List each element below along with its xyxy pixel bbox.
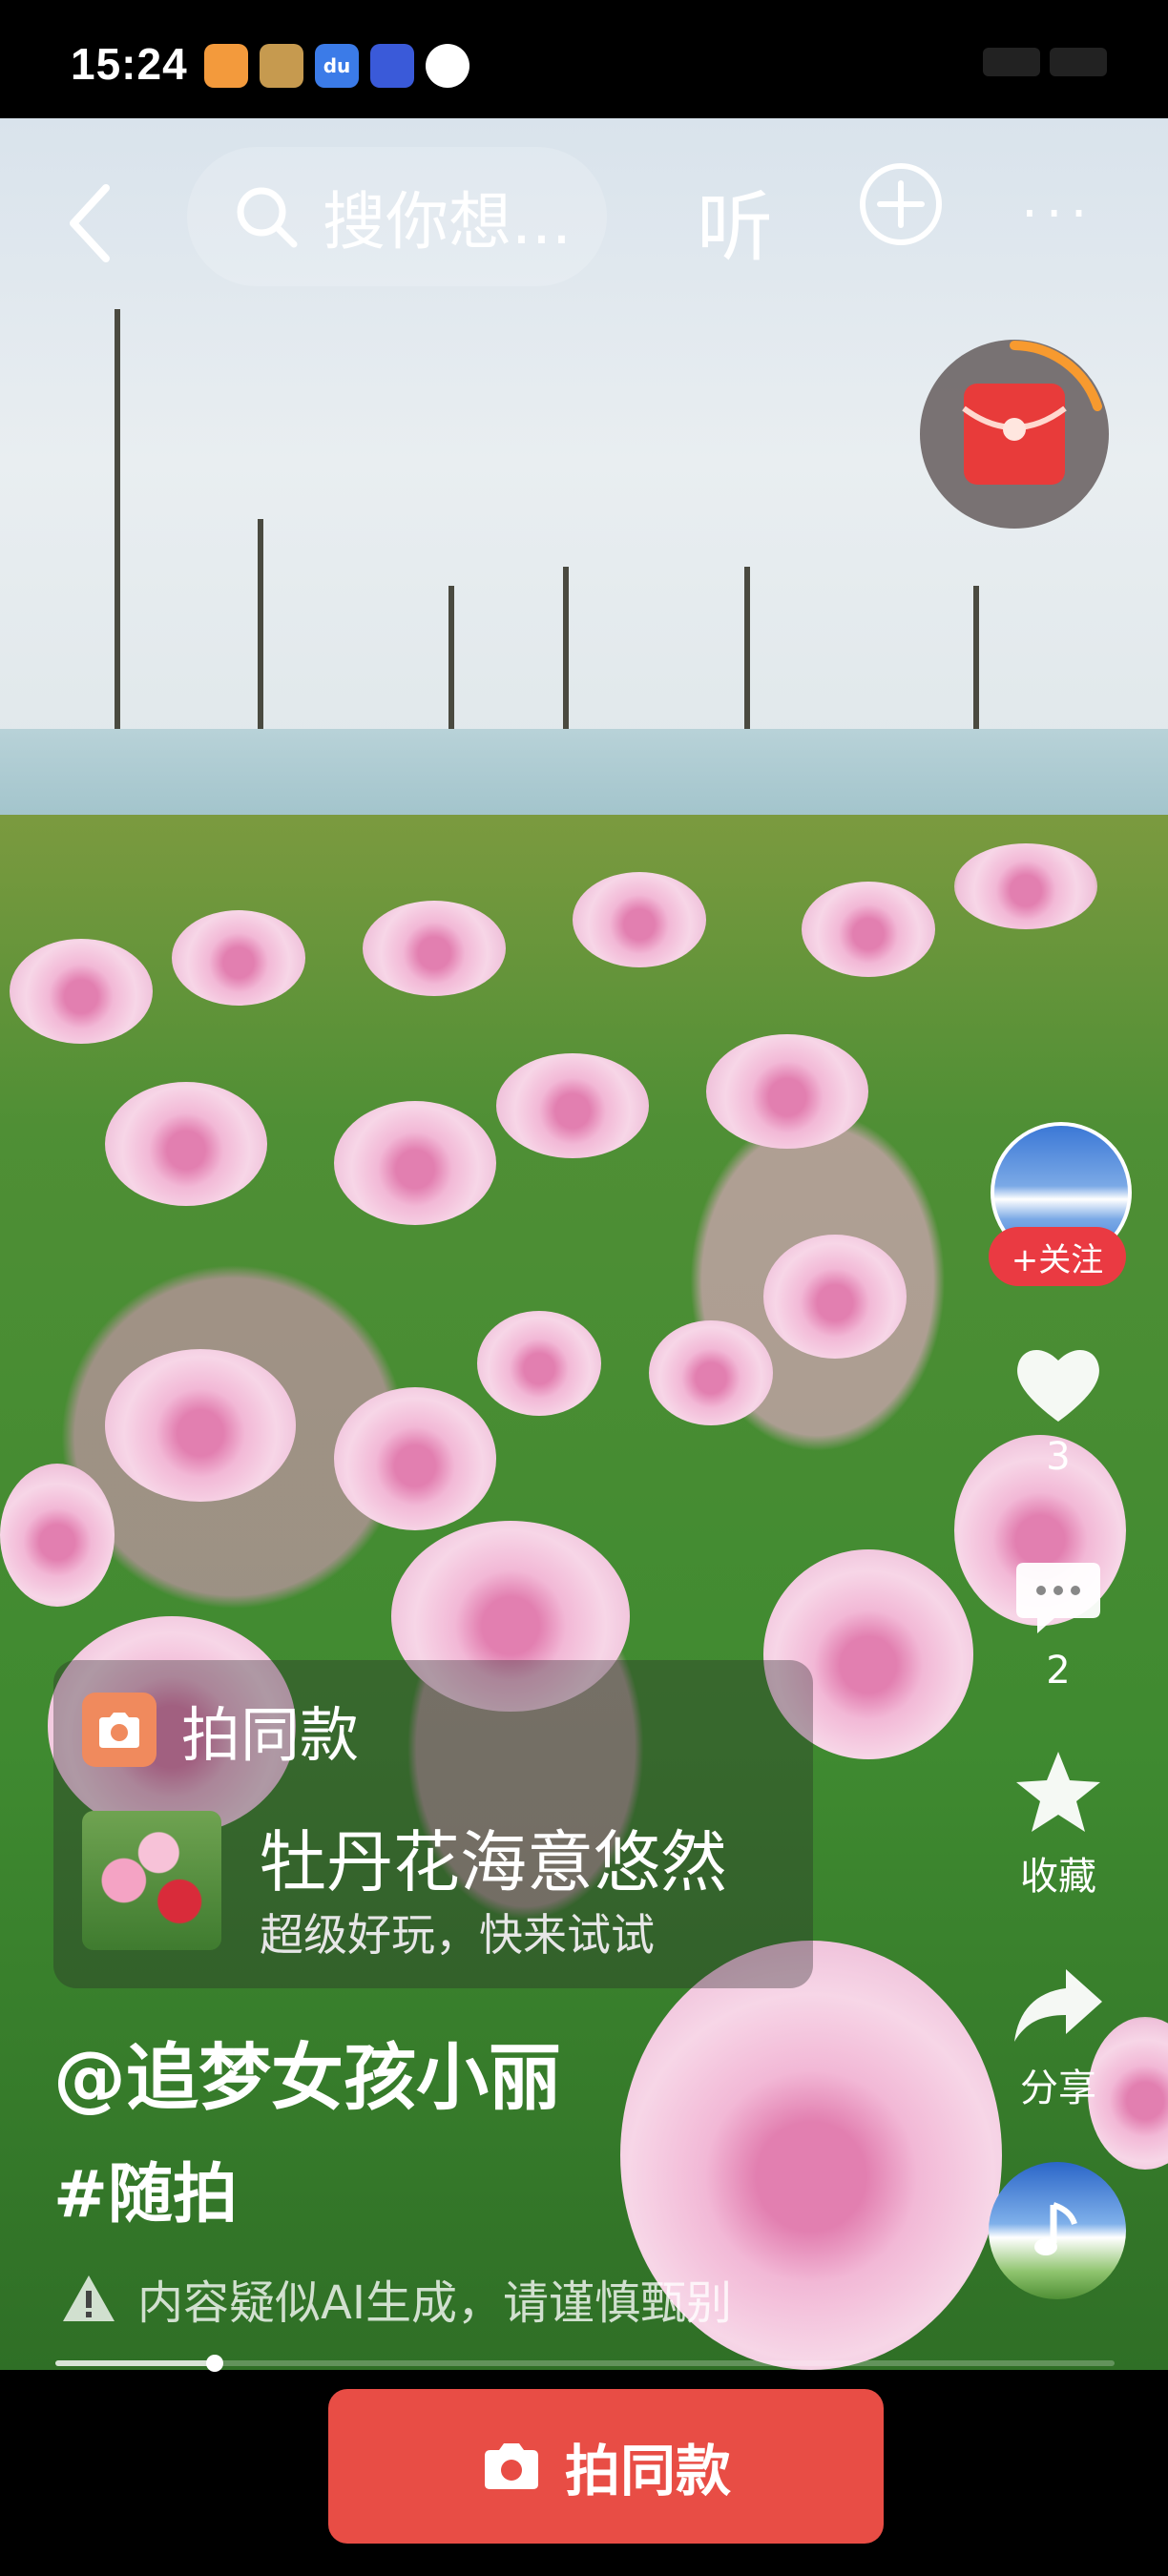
- shoot-same-label: 拍同款: [564, 2439, 731, 2503]
- add-circle-icon[interactable]: [857, 160, 945, 248]
- favorite-button[interactable]: 收藏: [987, 1748, 1130, 1901]
- comment-icon: [1016, 1563, 1100, 1633]
- music-note-icon: [1034, 2202, 1077, 2255]
- search-box[interactable]: 搜你想...: [187, 147, 607, 286]
- comment-count: 2: [1046, 1649, 1071, 1693]
- flower: [573, 872, 706, 967]
- chevron-left-icon: [70, 184, 110, 262]
- listen-button[interactable]: 听: [697, 166, 773, 277]
- heart-icon: [1017, 1349, 1099, 1422]
- template-card[interactable]: 拍同款 牡丹花海意悠然 超级好玩，快来试试: [53, 1660, 813, 1988]
- ai-notice-text: 内容疑似AI生成，请谨慎甄别: [137, 2276, 732, 2330]
- ai-notice: 内容疑似AI生成，请谨慎甄别: [61, 2265, 732, 2332]
- like-count: 3: [1046, 1435, 1071, 1479]
- camera-icon: [99, 1713, 139, 1748]
- flower: [649, 1320, 773, 1425]
- flower: [10, 939, 153, 1044]
- flower: [763, 1235, 907, 1359]
- status-time: 15:24: [71, 39, 188, 89]
- top-bar: 搜你想... 听 ···: [0, 118, 1168, 309]
- back-button[interactable]: [57, 176, 124, 271]
- heart-app-icon: [204, 44, 248, 88]
- favorite-label: 收藏: [1020, 1855, 1096, 1899]
- baidu-app-icon: du: [315, 44, 359, 88]
- music-disc[interactable]: [989, 2162, 1126, 2299]
- hashtag[interactable]: #随拍: [53, 2141, 238, 2235]
- flower: [105, 1082, 267, 1206]
- flower: [334, 1101, 496, 1225]
- status-app-icons: du: [204, 44, 469, 88]
- status-bar: 15:24 du: [0, 0, 1168, 118]
- video-progress-fill: [55, 2360, 215, 2366]
- template-thumbnail: [82, 1811, 221, 1950]
- flower: [954, 843, 1097, 929]
- share-arrow-icon: [1014, 1969, 1102, 2042]
- author-name[interactable]: @追梦女孩小丽: [53, 2019, 561, 2124]
- video-progress-bar[interactable]: [55, 2355, 1115, 2372]
- like-button[interactable]: 3: [987, 1343, 1130, 1479]
- camera-icon: [484, 2443, 538, 2489]
- template-card-header: 拍同款: [82, 1687, 359, 1773]
- flower: [802, 882, 935, 977]
- status-system-icons: [983, 48, 1107, 76]
- flower: [105, 1349, 296, 1502]
- template-subtitle: 超级好玩，快来试试: [260, 1909, 655, 1961]
- more-options-icon[interactable]: ···: [1021, 183, 1095, 245]
- flower: [706, 1034, 868, 1149]
- camera-badge: [82, 1693, 156, 1767]
- video-progress-handle[interactable]: [206, 2355, 223, 2372]
- flower: [363, 901, 506, 996]
- flower: [334, 1387, 496, 1530]
- network-icon: [983, 48, 1040, 76]
- flower: [0, 1464, 115, 1607]
- template-card-heading: 拍同款: [181, 1700, 360, 1770]
- flower: [172, 910, 305, 1006]
- comment-button[interactable]: 2: [987, 1557, 1130, 1693]
- game-app-icon: [260, 44, 303, 88]
- star-icon: [1016, 1752, 1100, 1832]
- flower: [477, 1311, 601, 1416]
- search-placeholder: 搜你想...: [323, 185, 572, 259]
- battery-icon: [1050, 48, 1107, 76]
- search-icon: [237, 187, 298, 248]
- audio-app-icon: [426, 44, 469, 88]
- share-button[interactable]: 分享: [987, 1965, 1130, 2112]
- warning-icon: [63, 2275, 115, 2321]
- follow-button[interactable]: +关注: [989, 1227, 1126, 1286]
- shoot-same-button[interactable]: 拍同款: [328, 2389, 884, 2544]
- app-market-icon: [370, 44, 414, 88]
- share-label: 分享: [1020, 2067, 1096, 2110]
- red-envelope-icon: [962, 341, 1102, 485]
- red-packet-widget[interactable]: [920, 340, 1109, 529]
- template-title: 牡丹花海意悠然: [260, 1823, 727, 1901]
- flower: [496, 1053, 649, 1158]
